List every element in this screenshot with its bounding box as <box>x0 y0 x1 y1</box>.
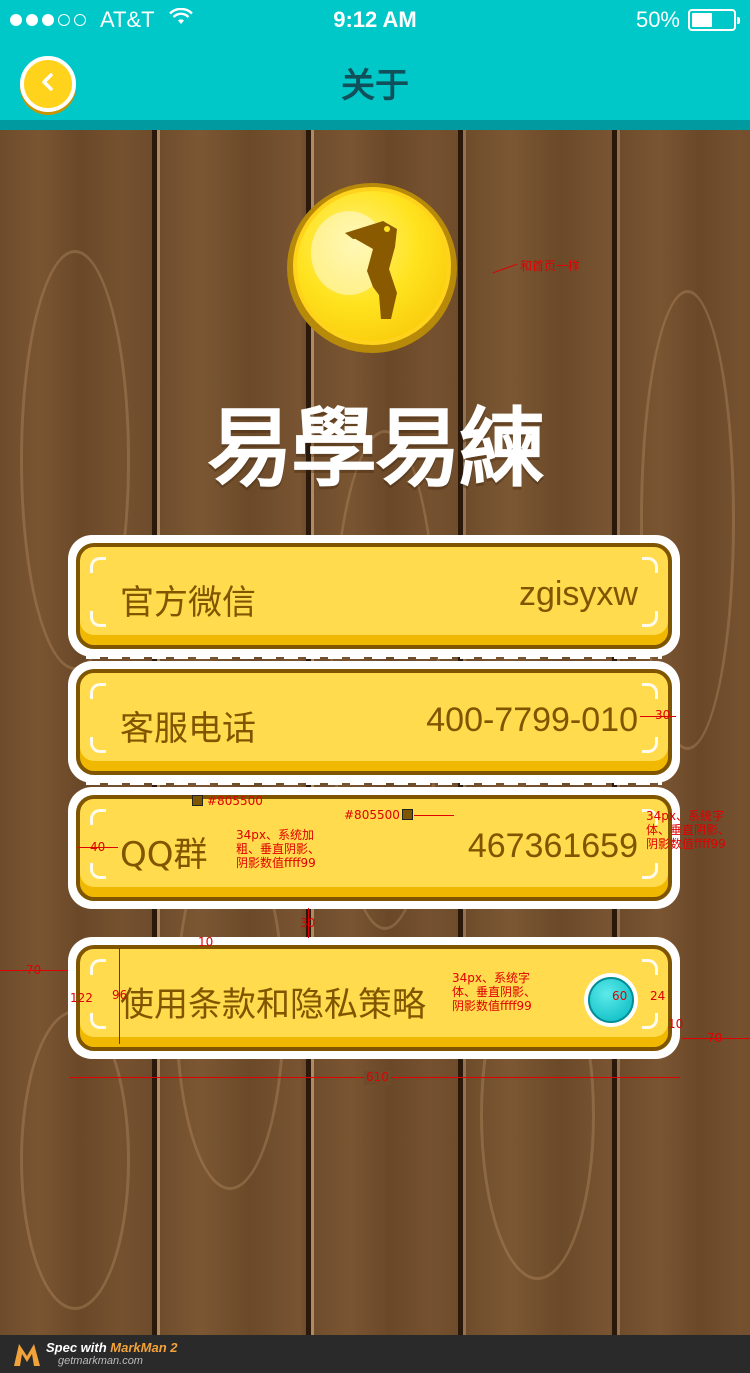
annotation-font-value: 34px、系统字体、垂直阴影、阴影数值ffff99 <box>646 809 731 851</box>
app-name: 易學易練 <box>207 398 545 499</box>
nav-bar: 关于 <box>0 40 750 120</box>
corner-decoration <box>90 959 106 975</box>
annotation-logo-note: 和首页一样 <box>520 259 581 273</box>
annotation-line <box>308 908 309 938</box>
woodpecker-icon <box>311 211 397 319</box>
corner-decoration <box>642 863 658 879</box>
corner-decoration <box>90 863 106 879</box>
terms-privacy-card[interactable]: 使用条款和隐私策略 <box>68 937 680 1059</box>
corner-decoration <box>90 611 106 627</box>
app-logo <box>287 183 457 353</box>
corner-decoration <box>642 737 658 753</box>
corner-decoration <box>642 683 658 699</box>
annotation-line <box>119 948 120 1044</box>
annotation-font-bold: 34px、系统加粗、垂直阴影、阴影数值ffff99 <box>236 828 321 870</box>
card-panel: 官方微信 zgisyxw <box>76 543 672 649</box>
annotation-line <box>78 847 118 848</box>
annotation-circle-bottom: 10 <box>668 1017 684 1031</box>
corner-decoration <box>642 1013 658 1029</box>
arrow-circle-icon[interactable] <box>584 973 638 1027</box>
annotation-line <box>640 716 676 717</box>
corner-decoration <box>90 557 106 573</box>
wechat-label: 官方微信 <box>120 583 256 623</box>
corner-decoration <box>642 557 658 573</box>
qq-card[interactable]: QQ群 467361659 <box>68 787 680 909</box>
annotation-circle-size: 60 <box>612 989 628 1003</box>
card-panel: 客服电话 400-7799-010 <box>76 669 672 775</box>
corner-decoration <box>90 737 106 753</box>
corner-decoration <box>90 809 106 825</box>
nav-bar-shadow <box>0 120 750 130</box>
annotation-outer-height: 122 <box>70 991 93 1005</box>
battery-percent: 50% <box>635 7 680 32</box>
corner-decoration <box>90 1013 106 1029</box>
phone-card[interactable]: 客服电话 400-7799-010 <box>68 661 680 783</box>
markman-logo-icon <box>14 1344 40 1366</box>
brand-name: MarkMan 2 <box>110 1340 178 1355</box>
wechat-value: zgisyxw <box>518 575 638 613</box>
brand-prefix: Spec with <box>46 1340 111 1355</box>
phone-label: 客服电话 <box>120 709 256 749</box>
card-panel: 使用条款和隐私策略 <box>76 945 672 1051</box>
annotation-inner-pad: 10 <box>198 935 214 949</box>
markman-footer: Spec with MarkMan 2 getmarkman.com <box>0 1335 750 1373</box>
corner-decoration <box>90 683 106 699</box>
annotation-color-value: #805500 <box>344 808 400 822</box>
annotation-color-label: #805500 <box>207 794 263 808</box>
color-swatch <box>192 795 203 806</box>
footer-url[interactable]: getmarkman.com <box>58 1355 143 1367</box>
logo-coin-face <box>293 187 451 345</box>
battery-status: 50% <box>635 7 740 33</box>
qq-value: 467361659 <box>467 827 638 865</box>
annotation-total-width: 610 <box>364 1070 391 1085</box>
wechat-card[interactable]: 官方微信 zgisyxw <box>68 535 680 657</box>
footer-brand: Spec with MarkMan 2 <box>46 1340 178 1355</box>
color-swatch <box>402 809 413 820</box>
annotation-font-policy: 34px、系统字体、垂直阴影、阴影数值ffff99 <box>452 971 537 1013</box>
corner-decoration <box>642 959 658 975</box>
phone-value: 400-7799-010 <box>426 701 638 739</box>
qq-label: QQ群 <box>120 835 208 875</box>
annotation-line <box>414 815 454 816</box>
annotation-line <box>0 970 68 971</box>
annotation-line <box>682 1038 750 1039</box>
status-bar: AT&T 9:12 AM 50% <box>0 0 750 40</box>
battery-fill <box>692 13 712 27</box>
battery-icon <box>688 9 740 31</box>
page-title: 关于 <box>341 66 409 106</box>
terms-label: 使用条款和隐私策略 <box>120 985 426 1025</box>
annotation-circle-right: 24 <box>650 989 666 1003</box>
corner-decoration <box>642 611 658 627</box>
